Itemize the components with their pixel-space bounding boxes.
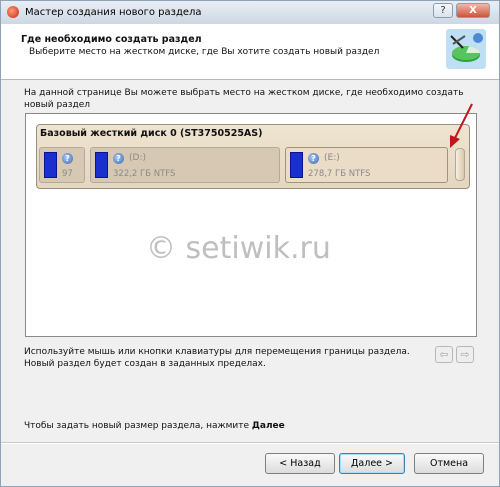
resize-hint-text: Используйте мышь или кнопки клавиатуры д… xyxy=(24,347,410,369)
header-title: Где необходимо создать раздел xyxy=(21,34,202,45)
partition-reserved[interactable]: ? 97 xyxy=(39,147,85,183)
question-icon: ? xyxy=(308,153,319,164)
header-subtitle: Выберите место на жестком диске, где Вы … xyxy=(29,47,380,57)
back-button[interactable]: < Назад xyxy=(265,453,335,474)
question-icon: ? xyxy=(113,153,124,164)
partition-size: 322,2 ГБ NTFS xyxy=(113,169,176,179)
disk-map-panel: Базовый жесткий диск 0 (ST3750525AS) ? 9… xyxy=(25,103,477,337)
arrow-left-icon: ⇦ xyxy=(439,348,449,361)
title-bar: Мастер создания нового раздела ? X xyxy=(1,1,499,25)
partition-name: (E:) xyxy=(324,153,340,163)
app-icon xyxy=(7,6,19,18)
partition-d[interactable]: ? (D:) 322,2 ГБ NTFS xyxy=(90,147,280,183)
intro-text: На данной странице Вы можете выбрать мес… xyxy=(24,88,464,110)
partition-usage-bar xyxy=(44,152,57,178)
move-left-button[interactable]: ⇦ xyxy=(435,346,453,363)
disk-0: Базовый жесткий диск 0 (ST3750525AS) ? 9… xyxy=(36,124,470,189)
window-title: Мастер создания нового раздела xyxy=(25,7,202,18)
annotation-arrow-icon xyxy=(450,103,473,148)
disk-label: Базовый жесткий диск 0 (ST3750525AS) xyxy=(40,128,263,139)
help-button[interactable]: ? xyxy=(433,3,453,18)
wizard-header: Где необходимо создать раздел Выберите м… xyxy=(1,24,499,80)
partition-e[interactable]: ? (E:) 278,7 ГБ NTFS xyxy=(285,147,448,183)
watermark: © setiwik.ru xyxy=(146,231,331,266)
question-icon: ? xyxy=(62,153,73,164)
footer-hint-text: Чтобы задать новый размер раздела, нажми… xyxy=(24,421,252,431)
footer-hint: Чтобы задать новый размер раздела, нажми… xyxy=(24,421,285,431)
partition-usage-bar xyxy=(95,152,108,178)
footer-hint-next: Далее xyxy=(251,421,285,431)
new-partition-resize-handle[interactable] xyxy=(455,148,465,181)
next-button[interactable]: Далее > xyxy=(339,453,405,474)
close-button[interactable]: X xyxy=(456,3,490,18)
wizard-window: Мастер создания нового раздела ? X Где н… xyxy=(0,0,500,487)
cancel-button[interactable]: Отмена xyxy=(414,453,484,474)
partition-wizard-icon xyxy=(446,29,486,69)
partition-size: 278,7 ГБ NTFS xyxy=(308,169,371,179)
partition-usage-bar xyxy=(290,152,303,178)
partition-name: (D:) xyxy=(129,153,146,163)
move-right-button[interactable]: ⇨ xyxy=(456,346,474,363)
partition-size: 97 xyxy=(62,169,73,179)
footer-separator xyxy=(1,442,499,444)
arrow-right-icon: ⇨ xyxy=(460,348,470,361)
